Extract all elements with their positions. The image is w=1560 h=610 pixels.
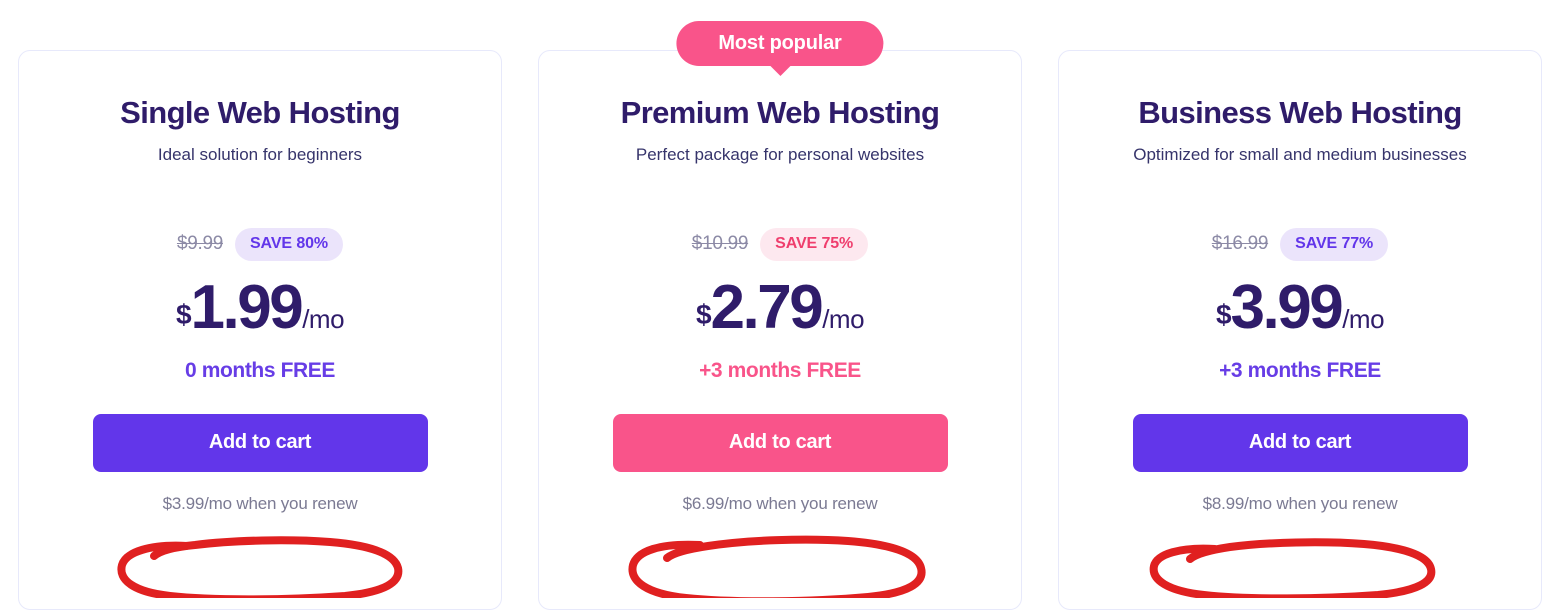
- price-amount: 2.79: [710, 272, 824, 342]
- most-popular-badge: Most popular: [676, 21, 884, 66]
- plan-subtitle: Perfect package for personal websites: [635, 144, 925, 164]
- plan-title: Premium Web Hosting: [620, 95, 940, 130]
- old-price: $16.99: [1211, 233, 1269, 255]
- plan-card-business[interactable]: Business Web Hosting Optimized for small…: [1058, 50, 1542, 610]
- add-to-cart-button[interactable]: Add to cart: [1132, 413, 1468, 472]
- price-period: /mo: [302, 303, 345, 334]
- current-price: $ 3.99 /mo: [1059, 272, 1541, 342]
- old-price: $10.99: [691, 233, 749, 255]
- old-price: $9.99: [176, 233, 223, 255]
- plan-card-premium[interactable]: Most popular Premium Web Hosting Perfect…: [538, 21, 1022, 610]
- save-badge: SAVE 80%: [234, 227, 344, 261]
- save-badge: SAVE 75%: [760, 227, 869, 261]
- renewal-price-note: $8.99/mo when you renew: [1202, 493, 1398, 513]
- pricing-cards-row: Single Web Hosting Ideal solution for be…: [18, 21, 1542, 610]
- plan-subtitle: Optimized for small and medium businesse…: [1133, 144, 1467, 164]
- free-months-label: 0 months FREE: [185, 358, 335, 382]
- add-to-cart-button[interactable]: Add to cart: [92, 413, 428, 472]
- renewal-price-note: $6.99/mo when you renew: [682, 493, 878, 513]
- current-price: $ 2.79 /mo: [539, 272, 1021, 342]
- price-save-row: $9.99 SAVE 80%: [19, 227, 501, 261]
- pricing-board: Single Web Hosting Ideal solution for be…: [0, 0, 1560, 610]
- price-amount: 1.99: [190, 272, 304, 342]
- plan-subtitle: Ideal solution for beginners: [157, 144, 363, 164]
- price-save-row: $16.99 SAVE 77%: [1059, 227, 1541, 261]
- price-currency: $: [1215, 298, 1232, 330]
- renewal-price-note: $3.99/mo when you renew: [162, 493, 358, 513]
- plan-title: Business Web Hosting: [1138, 95, 1462, 130]
- free-months-label: +3 months FREE: [699, 358, 861, 382]
- free-months-label: +3 months FREE: [1219, 358, 1381, 382]
- add-to-cart-button[interactable]: Add to cart: [612, 413, 948, 472]
- price-currency: $: [695, 298, 712, 330]
- plan-card-single[interactable]: Single Web Hosting Ideal solution for be…: [18, 50, 502, 610]
- price-save-row: $10.99 SAVE 75%: [539, 227, 1021, 261]
- current-price: $ 1.99 /mo: [19, 272, 501, 342]
- price-period: /mo: [1342, 303, 1385, 334]
- save-badge: SAVE 77%: [1280, 227, 1389, 261]
- price-period: /mo: [822, 303, 865, 334]
- plan-title: Single Web Hosting: [120, 95, 400, 130]
- price-currency: $: [175, 298, 192, 330]
- price-amount: 3.99: [1230, 272, 1344, 342]
